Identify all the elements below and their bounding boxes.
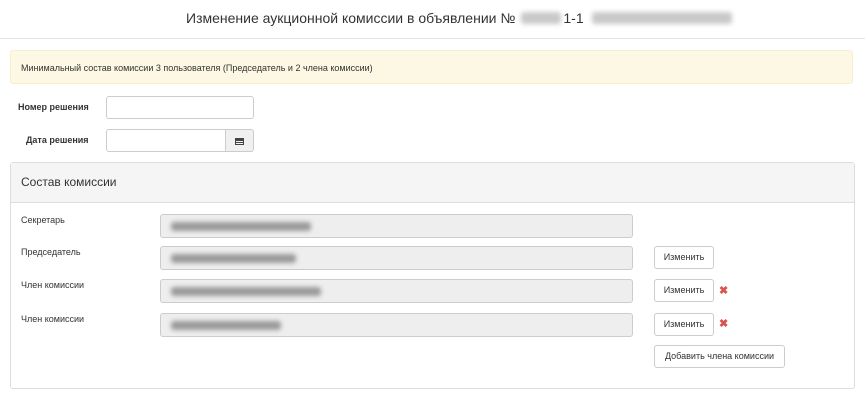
change-chairman-button[interactable]: Изменить bbox=[654, 246, 714, 269]
page-header: Изменение аукционной комиссии в объявлен… bbox=[0, 0, 865, 39]
calendar-button[interactable] bbox=[225, 129, 254, 152]
change-member-1-button[interactable]: Изменить bbox=[654, 279, 714, 302]
page-title-number-suffix: 1-1 bbox=[563, 10, 584, 26]
panel-header: Состав комиссии bbox=[11, 163, 854, 203]
decision-number-label: Номер решения bbox=[18, 102, 89, 112]
member-role-chairman: Председатель bbox=[21, 247, 81, 257]
remove-icon[interactable]: ✖ bbox=[719, 285, 728, 297]
member-role-secretary: Секретарь bbox=[21, 215, 65, 225]
redacted-name bbox=[171, 287, 321, 296]
alert-text: Минимальный состав комиссии 3 пользовате… bbox=[21, 63, 373, 73]
member-field-member-2 bbox=[160, 313, 633, 337]
decision-date-label: Дата решения bbox=[26, 135, 89, 145]
redacted-name bbox=[171, 321, 281, 330]
member-field-chairman bbox=[160, 246, 633, 270]
remove-icon[interactable]: ✖ bbox=[719, 318, 728, 330]
member-role-member-1: Член комиссии bbox=[21, 280, 85, 290]
page-title: Изменение аукционной комиссии в объявлен… bbox=[186, 10, 732, 26]
decision-date-input[interactable] bbox=[106, 129, 226, 152]
page-title-text: Изменение аукционной комиссии в объявлен… bbox=[186, 10, 516, 26]
change-member-2-button[interactable]: Изменить bbox=[654, 313, 714, 336]
decision-number-input[interactable] bbox=[106, 96, 254, 119]
redacted-name bbox=[171, 222, 311, 231]
member-role-member-2: Член комиссии bbox=[21, 314, 85, 324]
redacted-number bbox=[521, 12, 562, 24]
member-field-secretary bbox=[160, 214, 633, 238]
member-field-member-1 bbox=[160, 279, 633, 303]
redacted-name bbox=[171, 254, 296, 263]
calendar-icon bbox=[235, 137, 244, 145]
commission-panel: Состав комиссии Секретарь Председатель И… bbox=[10, 162, 855, 389]
redacted-title-detail bbox=[591, 12, 732, 24]
info-alert: Минимальный состав комиссии 3 пользовате… bbox=[10, 50, 853, 84]
add-member-button[interactable]: Добавить члена комиссии bbox=[654, 345, 785, 368]
panel-title: Состав комиссии bbox=[21, 175, 117, 189]
